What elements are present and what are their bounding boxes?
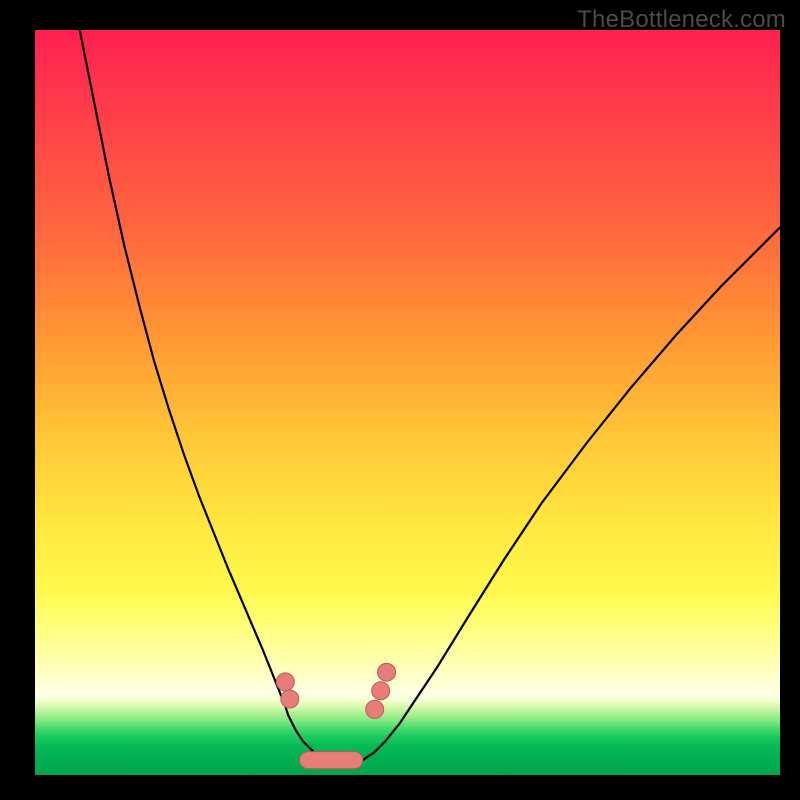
marker-left-lower [281, 690, 299, 708]
marker-right-mid [372, 682, 390, 700]
plot-area [35, 30, 780, 775]
valley-marker-pill [300, 752, 363, 769]
markers-group [276, 663, 395, 718]
chart-frame: TheBottleneck.com [0, 0, 800, 800]
marker-left-upper [276, 673, 294, 691]
marker-right-upper [378, 663, 396, 681]
curve-left-branch [80, 30, 326, 760]
curves-svg [35, 30, 780, 775]
marker-right-lower [366, 700, 384, 718]
curve-right-branch [363, 227, 780, 760]
